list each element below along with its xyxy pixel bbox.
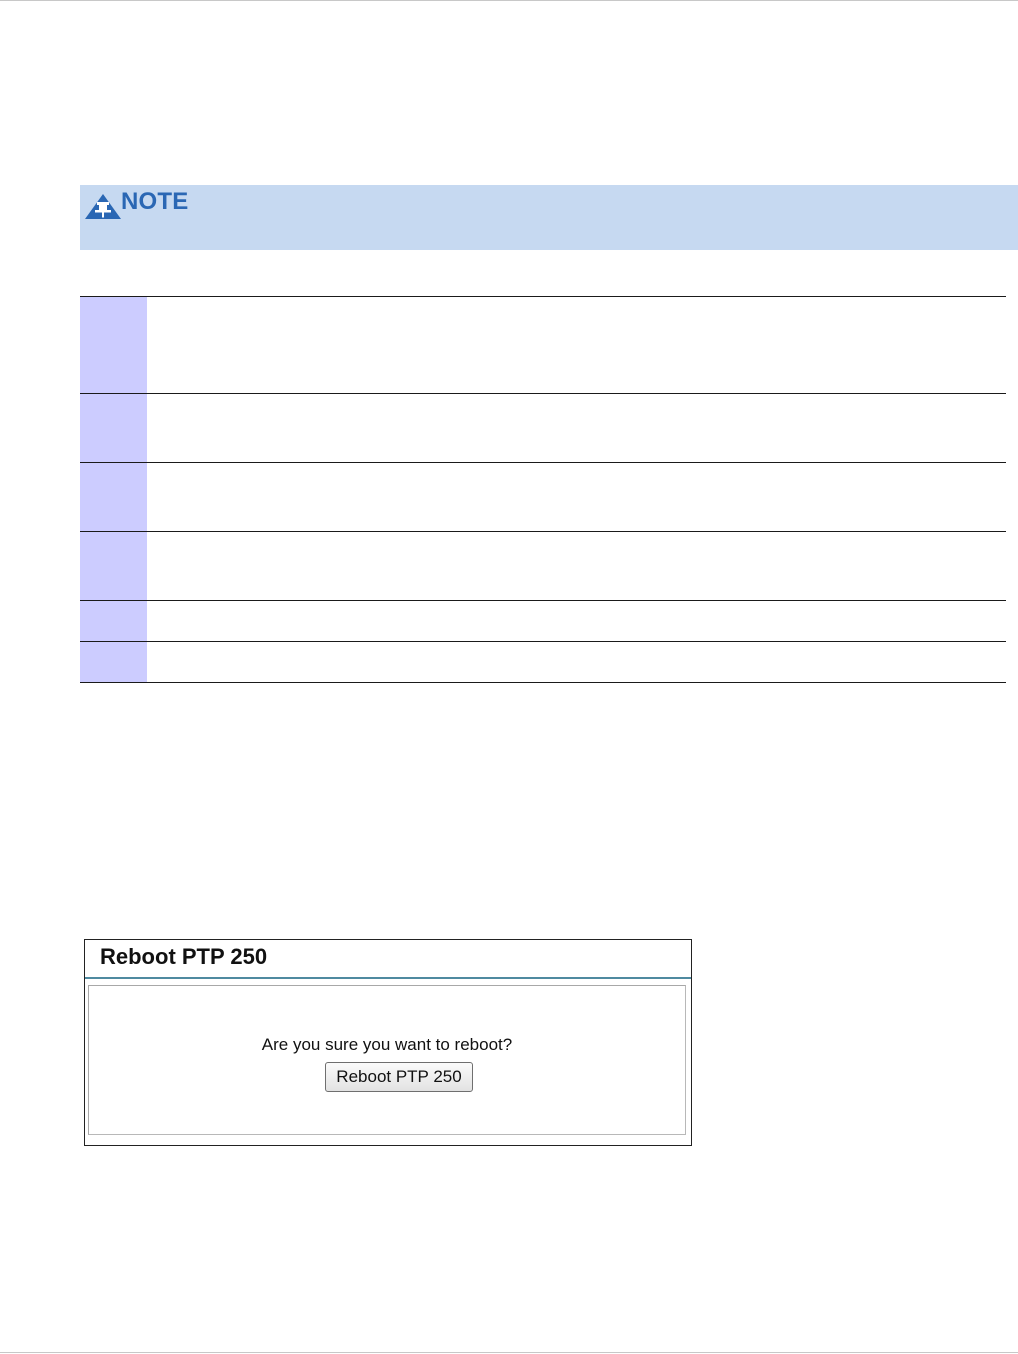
- reboot-dialog: Reboot PTP 250 Are you sure you want to …: [84, 939, 692, 1146]
- dialog-title: Reboot PTP 250: [100, 944, 268, 969]
- reboot-button[interactable]: Reboot PTP 250: [325, 1062, 473, 1092]
- step-text-cell: [147, 601, 1006, 641]
- page-top-rule: [0, 0, 1018, 1]
- step-text-cell: [147, 297, 1006, 393]
- step-number-cell: [80, 297, 147, 393]
- table-row: [80, 393, 1006, 462]
- table-row: [80, 641, 1006, 683]
- note-banner: NOTE: [80, 185, 1018, 250]
- table-row: [80, 296, 1006, 393]
- note-label: NOTE: [121, 188, 189, 215]
- page-bottom-rule: [0, 1352, 1018, 1353]
- table-row: [80, 531, 1006, 600]
- dialog-panel: Are you sure you want to reboot? Reboot …: [88, 985, 686, 1135]
- step-text-cell: [147, 394, 1006, 462]
- reboot-question: Are you sure you want to reboot?: [261, 1035, 513, 1054]
- step-number-cell: [80, 394, 147, 462]
- table-row: [80, 462, 1006, 531]
- step-text-cell: [147, 463, 1006, 531]
- step-text-cell: [147, 532, 1006, 600]
- step-number-cell: [80, 463, 147, 531]
- dialog-title-rule: [85, 977, 691, 979]
- step-number-cell: [80, 642, 147, 682]
- steps-table: [80, 296, 1006, 683]
- note-pin-icon: [85, 194, 121, 219]
- table-row: [80, 600, 1006, 641]
- step-number-cell: [80, 532, 147, 600]
- step-number-cell: [80, 601, 147, 641]
- step-text-cell: [147, 642, 1006, 682]
